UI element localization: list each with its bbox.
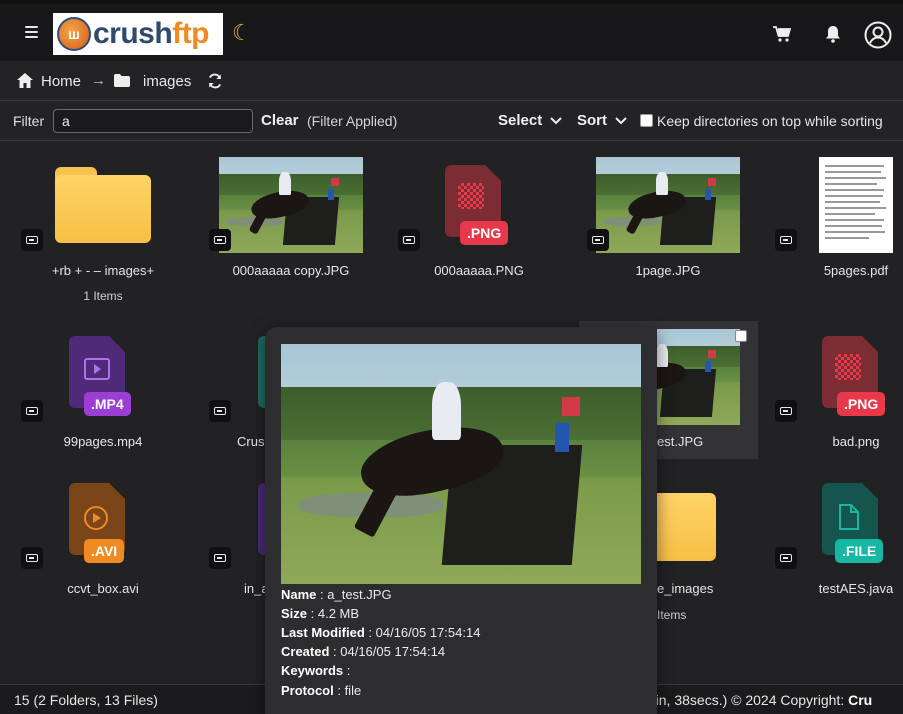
drive-icon <box>775 229 797 251</box>
tooltip-name: Name : a_test.JPG <box>281 587 392 602</box>
video-icon <box>84 358 110 380</box>
item-select-checkbox[interactable] <box>735 330 747 342</box>
ext-badge: .FILE <box>835 539 884 563</box>
file-info-tooltip: Name : a_test.JPG Size : 4.2 MB Last Mod… <box>265 327 657 714</box>
breadcrumb-home[interactable]: Home <box>41 73 81 90</box>
filter-input[interactable] <box>53 109 253 133</box>
ext-badge: .PNG <box>460 221 509 245</box>
chevron-down-icon <box>615 116 627 124</box>
chevron-down-icon <box>550 116 562 124</box>
bell-icon[interactable] <box>825 25 841 43</box>
tooltip-modified: Last Modified : 04/16/05 17:54:14 <box>281 625 481 640</box>
drive-icon <box>209 400 231 422</box>
select-label: Select <box>498 112 543 129</box>
pdf-thumbnail[interactable] <box>819 157 893 253</box>
drive-icon <box>21 547 43 569</box>
drive-icon <box>21 229 43 251</box>
drive-icon <box>21 400 43 422</box>
tooltip-keywords: Keywords : <box>281 663 351 678</box>
home-icon[interactable] <box>16 72 34 89</box>
tooltip-protocol: Protocol : file <box>281 683 362 698</box>
status-copyright: min, 38secs.) © 2024 Copyright: Cru <box>644 692 873 708</box>
drive-icon <box>587 229 609 251</box>
item-name[interactable]: ccvt_box.avi <box>18 581 188 596</box>
java-file-icon[interactable]: .FILE <box>822 483 884 563</box>
document-icon <box>839 504 859 530</box>
tooltip-size: Size : 4.2 MB <box>281 606 360 621</box>
drive-icon <box>775 400 797 422</box>
breadcrumb-current[interactable]: images <box>143 73 191 90</box>
folder-icon[interactable] <box>657 485 716 561</box>
item-name[interactable]: Crus <box>237 434 267 449</box>
keep-directories-checkbox[interactable] <box>640 114 653 127</box>
mp4-file-icon[interactable]: .MP4 <box>69 336 131 416</box>
clear-button[interactable]: Clear <box>261 112 299 129</box>
cart-icon[interactable] <box>773 26 791 42</box>
drive-icon <box>209 547 231 569</box>
drive-icon <box>775 547 797 569</box>
avi-file-icon[interactable]: .AVI <box>69 483 125 563</box>
item-name[interactable]: testAES.java <box>771 581 903 596</box>
keep-directories-label: Keep directories on top while sorting <box>657 113 883 129</box>
user-icon[interactable] <box>864 21 892 49</box>
logo-badge: ш <box>57 17 91 51</box>
item-name[interactable]: est.JPG <box>657 434 717 449</box>
breadcrumb: Home → images <box>0 61 903 101</box>
item-name[interactable]: bad.png <box>771 434 903 449</box>
item-count: 1 Items <box>83 289 123 303</box>
item-count: Items <box>657 608 687 622</box>
item-name[interactable]: 99pages.mp4 <box>18 434 188 449</box>
ext-badge: .PNG <box>837 392 886 416</box>
item-name[interactable]: 5pages.pdf <box>771 263 903 278</box>
image-thumbnail[interactable] <box>219 157 363 253</box>
item-name[interactable]: 1page.JPG <box>583 263 753 278</box>
status-count: 15 (2 Folders, 13 Files) <box>14 692 158 708</box>
png-file-icon[interactable]: .PNG <box>822 336 886 416</box>
logo-text: crushftp <box>93 17 210 50</box>
tooltip-created: Created : 04/16/05 17:54:14 <box>281 644 446 659</box>
top-bar: ш crushftp ☾ <box>0 0 903 61</box>
filter-label: Filter <box>13 113 45 129</box>
filter-applied-text: (Filter Applied) <box>307 113 398 129</box>
logo[interactable]: ш crushftp <box>53 13 223 55</box>
moon-icon[interactable]: ☾ <box>232 22 254 44</box>
item-name[interactable]: +rb + - – images+ <box>18 263 188 278</box>
breadcrumb-separator: → <box>91 72 106 89</box>
image-thumbnail[interactable] <box>596 157 740 253</box>
filter-bar: Filter Clear (Filter Applied) Select Sor… <box>0 101 903 141</box>
png-file-icon[interactable]: .PNG <box>445 165 509 245</box>
app: ш crushftp ☾ Home → images Filter Clear … <box>0 0 903 714</box>
folder-icon <box>114 74 130 87</box>
folder-icon[interactable] <box>55 167 151 243</box>
image-thumbnail[interactable] <box>657 329 740 425</box>
refresh-icon[interactable] <box>207 73 223 89</box>
tooltip-preview-image <box>281 344 641 584</box>
select-button[interactable]: Select <box>498 112 562 129</box>
ext-badge: .MP4 <box>84 392 131 416</box>
item-name[interactable]: 000aaaaa copy.JPG <box>206 263 376 278</box>
drive-icon <box>209 229 231 251</box>
item-name[interactable]: e_images <box>657 581 737 596</box>
sort-label: Sort <box>577 112 607 129</box>
menu-icon[interactable] <box>25 26 38 38</box>
play-icon <box>84 506 108 530</box>
item-name[interactable]: 000aaaaa.PNG <box>394 263 564 278</box>
sort-button[interactable]: Sort <box>577 112 627 129</box>
ext-badge: .AVI <box>84 539 125 563</box>
drive-icon <box>398 229 420 251</box>
